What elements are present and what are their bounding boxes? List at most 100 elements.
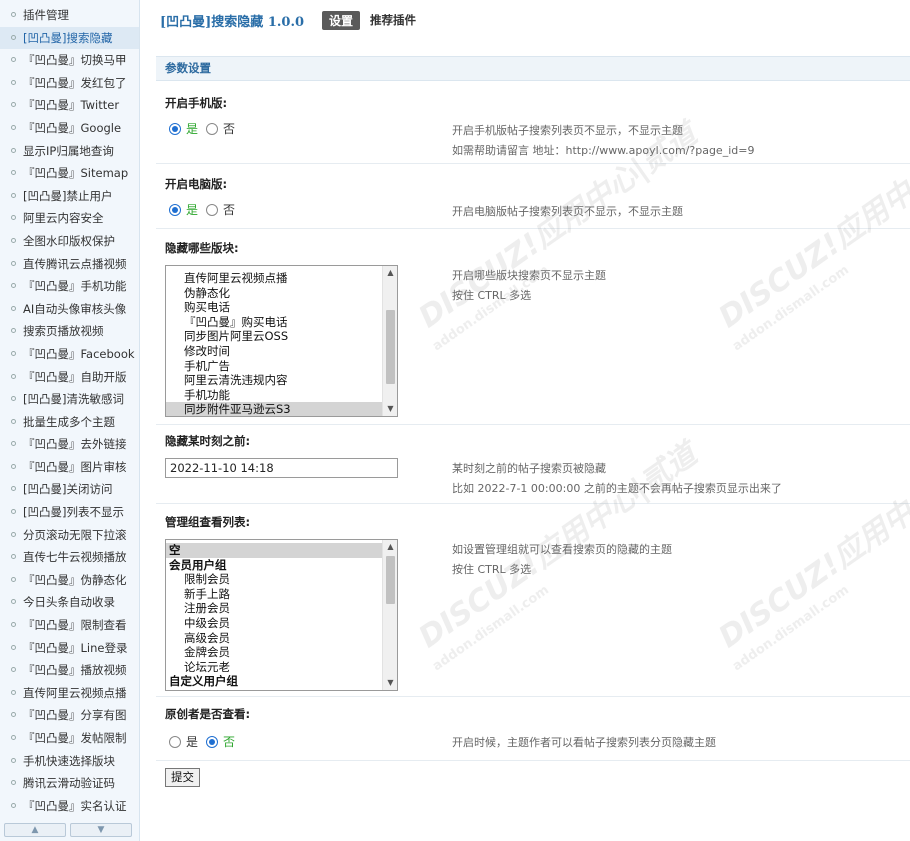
group-header-option[interactable]: 会员用户组 bbox=[166, 558, 382, 573]
scroll-down-arrow-icon[interactable]: ▼ bbox=[383, 402, 397, 416]
bullet-icon bbox=[11, 283, 16, 289]
sidebar-item[interactable]: 今日头条自动收录 bbox=[0, 591, 139, 614]
forums-description: 开启哪些版块搜索页不显示主题 按住 CTRL 多选 bbox=[452, 269, 606, 302]
author-description: 开启时候，主题作者可以看帖子搜索列表分页隐藏主题 bbox=[452, 736, 716, 749]
groups-scrollbar[interactable]: ▲ ▼ bbox=[382, 540, 397, 690]
sidebar-item[interactable]: 直传腾讯云点播视频 bbox=[0, 253, 139, 276]
sidebar-item[interactable]: 『凹凸曼』伪静态化 bbox=[0, 569, 139, 592]
forum-option[interactable]: 同步图片阿里云OSS bbox=[166, 329, 382, 344]
page-header: [凹凸曼]搜索隐藏 1.0.0 设置 推荐插件 bbox=[160, 10, 416, 30]
sidebar-item[interactable]: 『凹凸曼』手机功能 bbox=[0, 275, 139, 298]
tab-settings[interactable]: 设置 bbox=[322, 10, 361, 30]
sidebar-item[interactable]: [凹凸曼]搜索隐藏 bbox=[0, 26, 139, 50]
forum-option[interactable]: 手机广告 bbox=[166, 359, 382, 374]
sidebar-item[interactable]: 『凹凸曼』Sitemap bbox=[0, 162, 139, 185]
sidebar-item-label: 『凹凸曼』手机功能 bbox=[23, 279, 127, 294]
bullet-icon bbox=[11, 644, 16, 650]
tab-recommend-plugins[interactable]: 推荐插件 bbox=[370, 12, 416, 28]
sidebar-item-label: 『凹凸曼』伪静态化 bbox=[23, 572, 127, 587]
divider bbox=[156, 696, 910, 697]
sidebar-item[interactable]: AI自动头像审核头像 bbox=[0, 298, 139, 321]
sidebar-item[interactable]: 『凹凸曼』图片审核 bbox=[0, 456, 139, 479]
sidebar-item[interactable]: [凹凸曼]关闭访问 bbox=[0, 478, 139, 501]
pc-yes-radio[interactable]: 是 bbox=[169, 201, 198, 218]
group-option[interactable]: 高级会员 bbox=[166, 631, 382, 646]
sidebar-item-label: 批量生成多个主题 bbox=[23, 414, 115, 429]
sidebar-item-label: 今日头条自动收录 bbox=[23, 595, 115, 610]
radio-checked-icon bbox=[206, 735, 219, 748]
sidebar-item[interactable]: 直传七牛云视频播放 bbox=[0, 546, 139, 569]
sidebar-item[interactable]: 批量生成多个主题 bbox=[0, 411, 139, 434]
group-option[interactable]: 中级会员 bbox=[166, 616, 382, 631]
bullet-icon bbox=[11, 350, 16, 356]
group-option[interactable]: 注册会员 bbox=[166, 601, 382, 616]
group-option[interactable]: 新手上路 bbox=[166, 587, 382, 602]
forums-scrollbar[interactable]: ▲ ▼ bbox=[382, 266, 397, 416]
forum-option[interactable]: 手机功能 bbox=[166, 388, 382, 403]
sidebar-item[interactable]: [凹凸曼]禁止用户 bbox=[0, 185, 139, 208]
scroll-down-arrow-icon[interactable]: ▼ bbox=[383, 676, 397, 690]
sidebar-item[interactable]: 『凹凸曼』发帖限制 bbox=[0, 727, 139, 750]
forum-option[interactable]: 『凹凸曼』购买电话 bbox=[166, 315, 382, 330]
scroll-down-button[interactable]: ▼ bbox=[70, 823, 132, 837]
sidebar-item-label: [凹凸曼]列表不显示 bbox=[23, 505, 124, 520]
mobile-no-radio[interactable]: 否 bbox=[206, 120, 235, 137]
bullet-icon bbox=[11, 554, 16, 560]
pc-description: 开启电脑版帖子搜索列表页不显示，不显示主题 bbox=[452, 205, 683, 218]
sidebar-item[interactable]: 『凹凸曼』发红包了 bbox=[0, 72, 139, 95]
group-option[interactable]: 论坛元老 bbox=[166, 660, 382, 675]
sidebar-item[interactable]: 『凹凸曼』播放视频 bbox=[0, 659, 139, 682]
forum-option[interactable]: 伪静态化 bbox=[166, 286, 382, 301]
sidebar-item[interactable]: 全图水印版权保护 bbox=[0, 230, 139, 253]
forums-multiselect[interactable]: 直传阿里云视频点播 伪静态化 购买电话 『凹凸曼』购买电话 同步图片阿里云OSS 修改时间… bbox=[165, 265, 398, 417]
pc-no-radio[interactable]: 否 bbox=[206, 201, 235, 218]
author-yes-radio[interactable]: 是 bbox=[169, 733, 198, 750]
scroll-up-button[interactable]: ▲ bbox=[4, 823, 66, 837]
sidebar-item[interactable]: 『凹凸曼』自助开版 bbox=[0, 366, 139, 389]
scroll-up-arrow-icon[interactable]: ▲ bbox=[383, 266, 397, 280]
sidebar-item[interactable]: 插件管理 bbox=[0, 4, 139, 27]
group-header-option[interactable]: 空 bbox=[166, 543, 382, 558]
sidebar-item[interactable]: 『凹凸曼』切换马甲 bbox=[0, 49, 139, 72]
mobile-yes-radio[interactable]: 是 bbox=[169, 120, 198, 137]
sidebar-item[interactable]: 显示IP归属地查询 bbox=[0, 140, 139, 163]
sidebar-item[interactable]: 阿里云内容安全 bbox=[0, 207, 139, 230]
forum-option[interactable]: 阿里云清洗违规内容 bbox=[166, 373, 382, 388]
radio-checked-icon bbox=[169, 203, 181, 216]
sidebar-item[interactable]: 分页滚动无限下拉滚 bbox=[0, 524, 139, 547]
divider bbox=[156, 424, 910, 425]
group-header-option[interactable]: 自定义用户组 bbox=[166, 674, 382, 689]
plugin-list: 插件管理 [凹凸曼]搜索隐藏 『凹凸曼』切换马甲 『凹凸曼』发红包了 『凹凸曼』Twit… bbox=[0, 0, 139, 817]
mobile-radio-group: 是 否 bbox=[169, 120, 235, 137]
forum-option[interactable]: 直传阿里云视频点播 bbox=[166, 271, 382, 286]
sidebar-item[interactable]: 搜索页播放视频 bbox=[0, 320, 139, 343]
sidebar-item[interactable]: 『凹凸曼』限制查看 bbox=[0, 614, 139, 637]
sidebar-item[interactable]: 『凹凸曼』Facebook bbox=[0, 343, 139, 366]
bullet-icon bbox=[11, 57, 16, 63]
time-input[interactable] bbox=[165, 458, 398, 478]
sidebar-item[interactable]: 『凹凸曼』去外链接 bbox=[0, 433, 139, 456]
submit-button[interactable]: 提交 bbox=[165, 768, 200, 787]
sidebar-item-label: 直传阿里云视频点播 bbox=[23, 685, 127, 700]
author-no-radio[interactable]: 否 bbox=[206, 733, 235, 750]
group-option[interactable]: 限制会员 bbox=[166, 572, 382, 587]
groups-multiselect[interactable]: 空会员用户组 限制会员 新手上路 注册会员 中级会员 高级会员 金牌会员 论坛元老 自定义用户组… bbox=[165, 539, 398, 691]
sidebar-item[interactable]: 直传阿里云视频点播 bbox=[0, 682, 139, 705]
sidebar-item[interactable]: 『凹凸曼』Twitter bbox=[0, 94, 139, 117]
group-option[interactable]: 金牌会员 bbox=[166, 645, 382, 660]
sidebar-item[interactable]: 『凹凸曼』分享有图 bbox=[0, 704, 139, 727]
sidebar-item[interactable]: 腾讯云滑动验证码 bbox=[0, 772, 139, 795]
sidebar-item[interactable]: 『凹凸曼』Line登录 bbox=[0, 637, 139, 660]
sidebar-item[interactable]: 手机快速选择版块 bbox=[0, 750, 139, 773]
sidebar-item-label: 全图水印版权保护 bbox=[23, 233, 115, 248]
sidebar-item[interactable]: [凹凸曼]列表不显示 bbox=[0, 501, 139, 524]
sidebar-item[interactable]: 『凹凸曼』Google bbox=[0, 117, 139, 140]
scrollbar-thumb[interactable] bbox=[386, 310, 395, 384]
sidebar-item[interactable]: [凹凸曼]清洗敏感词 bbox=[0, 388, 139, 411]
scroll-up-arrow-icon[interactable]: ▲ bbox=[383, 540, 397, 554]
scrollbar-thumb[interactable] bbox=[386, 556, 395, 604]
sidebar-item[interactable]: 『凹凸曼』实名认证 bbox=[0, 795, 139, 818]
forum-option[interactable]: 同步附件亚马逊云S3 bbox=[166, 402, 382, 416]
forum-option[interactable]: 修改时间 bbox=[166, 344, 382, 359]
forum-option[interactable]: 购买电话 bbox=[166, 300, 382, 315]
